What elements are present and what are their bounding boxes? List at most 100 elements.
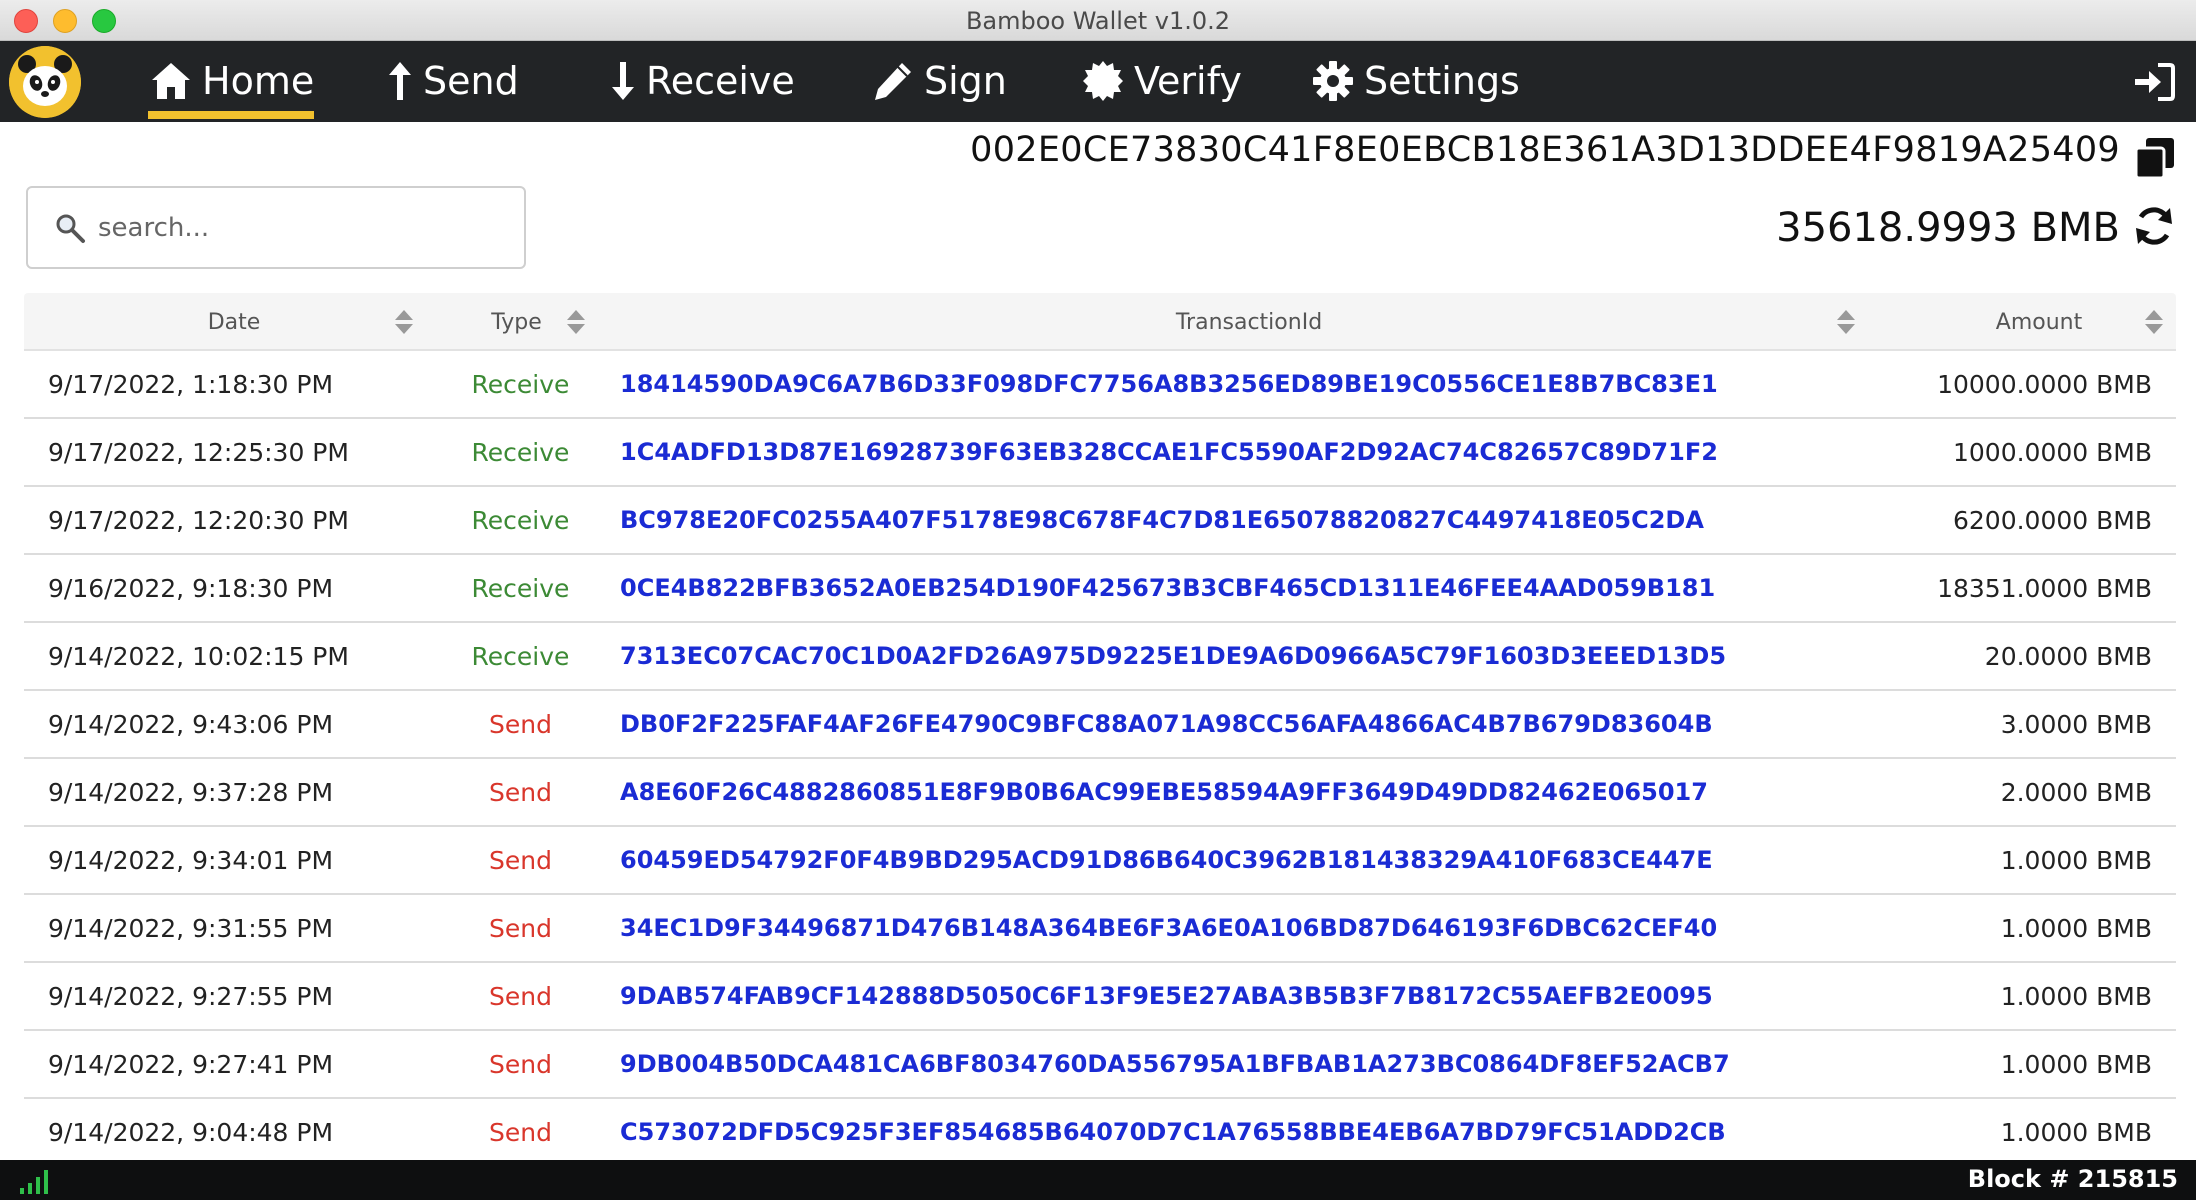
row-amount: 1.0000 BMB xyxy=(2000,981,2152,1011)
nav-verify[interactable]: Verify xyxy=(1080,55,1242,107)
row-date: 9/17/2022, 12:25:30 PM xyxy=(48,437,349,467)
row-transaction-link[interactable]: 9DB004B50DCA481CA6BF8034760DA556795A1BFB… xyxy=(620,1031,1730,1097)
table-row[interactable]: 9/14/2022, 10:02:15 PM Receive 7313EC07C… xyxy=(24,623,2176,691)
search-icon xyxy=(54,212,86,244)
nav-settings-label: Settings xyxy=(1364,59,1520,103)
sort-transactionid-icon[interactable] xyxy=(1836,308,1856,336)
row-type: Send xyxy=(489,1049,552,1079)
row-type: Receive xyxy=(471,505,570,535)
row-amount: 1.0000 BMB xyxy=(2000,913,2152,943)
search-input[interactable] xyxy=(98,206,498,250)
row-type: Send xyxy=(489,777,552,807)
table-row[interactable]: 9/17/2022, 12:25:30 PM Receive 1C4ADFD13… xyxy=(24,419,2176,487)
row-date: 9/14/2022, 9:31:55 PM xyxy=(48,913,334,943)
wallet-address: 002E0CE73830C41F8E0EBCB18E361A3D13DDEE4F… xyxy=(970,130,2120,170)
window-title: Bamboo Wallet v1.0.2 xyxy=(965,7,1231,35)
column-header-amount[interactable]: Amount xyxy=(1904,293,2174,351)
table-header: Date Type TransactionId Amount xyxy=(24,293,2176,351)
table-row[interactable]: 9/16/2022, 9:18:30 PM Receive 0CE4B822BF… xyxy=(24,555,2176,623)
pencil-icon xyxy=(870,58,916,104)
table-row[interactable]: 9/14/2022, 9:43:06 PM Send DB0F2F225FAF4… xyxy=(24,691,2176,759)
table-row[interactable]: 9/17/2022, 1:18:30 PM Receive 18414590DA… xyxy=(24,351,2176,419)
row-date: 9/17/2022, 1:18:30 PM xyxy=(48,369,334,399)
row-type: Send xyxy=(489,709,552,739)
sort-date-icon[interactable] xyxy=(394,308,414,336)
gear-icon xyxy=(1310,58,1356,104)
row-type: Send xyxy=(489,845,552,875)
row-date: 9/14/2022, 9:27:55 PM xyxy=(48,981,334,1011)
row-type: Send xyxy=(489,1117,552,1147)
row-transaction-link[interactable]: 18414590DA9C6A7B6D33F098DFC7756A8B3256ED… xyxy=(620,351,1718,417)
row-amount: 3.0000 BMB xyxy=(2000,709,2152,739)
row-date: 9/16/2022, 9:18:30 PM xyxy=(48,573,334,603)
nav-send[interactable]: Send xyxy=(385,55,519,107)
row-transaction-link[interactable]: 7313EC07CAC70C1D0A2FD26A975D9225E1DE9A6D… xyxy=(620,623,1726,689)
transactions-table: Date Type TransactionId Amount 9/17/2022… xyxy=(24,293,2176,1167)
copy-icon[interactable] xyxy=(2134,136,2176,180)
row-amount: 1.0000 BMB xyxy=(2000,1117,2152,1147)
arrow-down-icon xyxy=(608,58,638,104)
wallet-balance: 35618.9993 BMB xyxy=(1776,205,2120,251)
row-amount: 10000.0000 BMB xyxy=(1937,369,2152,399)
table-row[interactable]: 9/14/2022, 9:27:41 PM Send 9DB004B50DCA4… xyxy=(24,1031,2176,1099)
sort-amount-icon[interactable] xyxy=(2144,308,2164,336)
nav-settings[interactable]: Settings xyxy=(1310,55,1520,107)
row-transaction-link[interactable]: 60459ED54792F0F4B9BD295ACD91D86B640C3962… xyxy=(620,827,1713,893)
row-amount: 18351.0000 BMB xyxy=(1937,573,2152,603)
arrow-up-icon xyxy=(385,58,415,104)
nav-verify-label: Verify xyxy=(1134,59,1242,103)
nav-home-label: Home xyxy=(202,59,315,103)
nav-sign[interactable]: Sign xyxy=(870,55,1007,107)
row-amount: 2.0000 BMB xyxy=(2000,777,2152,807)
row-transaction-link[interactable]: DB0F2F225FAF4AF26FE4790C9BFC88A071A98CC5… xyxy=(620,691,1713,757)
table-row[interactable]: 9/14/2022, 9:31:55 PM Send 34EC1D9F34496… xyxy=(24,895,2176,963)
table-row[interactable]: 9/14/2022, 9:34:01 PM Send 60459ED54792F… xyxy=(24,827,2176,895)
column-header-date-label: Date xyxy=(207,309,261,335)
column-header-date[interactable]: Date xyxy=(24,293,444,351)
row-date: 9/14/2022, 10:02:15 PM xyxy=(48,641,349,671)
column-header-type-label: Type xyxy=(491,309,542,335)
navbar: Home Send Receive Sign Verify Settings xyxy=(0,41,2196,122)
row-type: Receive xyxy=(471,437,570,467)
refresh-icon[interactable] xyxy=(2132,204,2176,248)
row-type: Receive xyxy=(471,369,570,399)
row-amount: 20.0000 BMB xyxy=(1984,641,2152,671)
home-icon xyxy=(148,58,194,104)
status-bar: Block # 215815 xyxy=(0,1160,2196,1200)
block-height: Block # 215815 xyxy=(1967,1165,2178,1193)
row-transaction-link[interactable]: 0CE4B822BFB3652A0EB254D190F425673B3CBF46… xyxy=(620,555,1715,621)
logout-icon[interactable] xyxy=(2132,61,2176,103)
row-type: Receive xyxy=(471,641,570,671)
row-transaction-link[interactable]: C573072DFD5C925F3EF854685B64070D7C1A7655… xyxy=(620,1099,1726,1165)
row-transaction-link[interactable]: 1C4ADFD13D87E16928739F63EB328CCAE1FC5590… xyxy=(620,419,1718,485)
nav-receive[interactable]: Receive xyxy=(608,55,795,107)
search-box xyxy=(26,186,526,269)
table-row[interactable]: 9/14/2022, 9:04:48 PM Send C573072DFD5C9… xyxy=(24,1099,2176,1167)
row-date: 9/14/2022, 9:43:06 PM xyxy=(48,709,334,739)
row-amount: 1.0000 BMB xyxy=(2000,845,2152,875)
row-type: Send xyxy=(489,981,552,1011)
row-date: 9/14/2022, 9:37:28 PM xyxy=(48,777,334,807)
nav-sign-label: Sign xyxy=(924,59,1007,103)
row-transaction-link[interactable]: 9DAB574FAB9CF142888D5050C6F13F9E5E27ABA3… xyxy=(620,963,1713,1029)
table-row[interactable]: 9/14/2022, 9:27:55 PM Send 9DAB574FAB9CF… xyxy=(24,963,2176,1031)
table-row[interactable]: 9/17/2022, 12:20:30 PM Receive BC978E20F… xyxy=(24,487,2176,555)
row-transaction-link[interactable]: A8E60F26C4882860851E8F9B0B6AC99EBE58594A… xyxy=(620,759,1708,825)
sort-type-icon[interactable] xyxy=(566,308,586,336)
table-body: 9/17/2022, 1:18:30 PM Receive 18414590DA… xyxy=(24,351,2176,1167)
row-transaction-link[interactable]: 34EC1D9F34496871D476B148A364BE6F3A6E0A10… xyxy=(620,895,1717,961)
row-transaction-link[interactable]: BC978E20FC0255A407F5178E98C678F4C7D81E65… xyxy=(620,487,1704,553)
window-titlebar: Bamboo Wallet v1.0.2 xyxy=(0,0,2196,41)
row-date: 9/14/2022, 9:04:48 PM xyxy=(48,1117,334,1147)
panda-logo-icon xyxy=(9,46,81,118)
column-header-transactionid[interactable]: TransactionId xyxy=(614,293,1884,351)
table-row[interactable]: 9/14/2022, 9:37:28 PM Send A8E60F26C4882… xyxy=(24,759,2176,827)
row-type: Send xyxy=(489,913,552,943)
column-header-amount-label: Amount xyxy=(1995,309,2083,335)
row-date: 9/17/2022, 12:20:30 PM xyxy=(48,505,349,535)
certificate-icon xyxy=(1080,58,1126,104)
row-date: 9/14/2022, 9:27:41 PM xyxy=(48,1049,334,1079)
nav-home[interactable]: Home xyxy=(148,55,315,119)
signal-strength-icon xyxy=(20,1170,48,1194)
column-header-transactionid-label: TransactionId xyxy=(1175,309,1323,335)
